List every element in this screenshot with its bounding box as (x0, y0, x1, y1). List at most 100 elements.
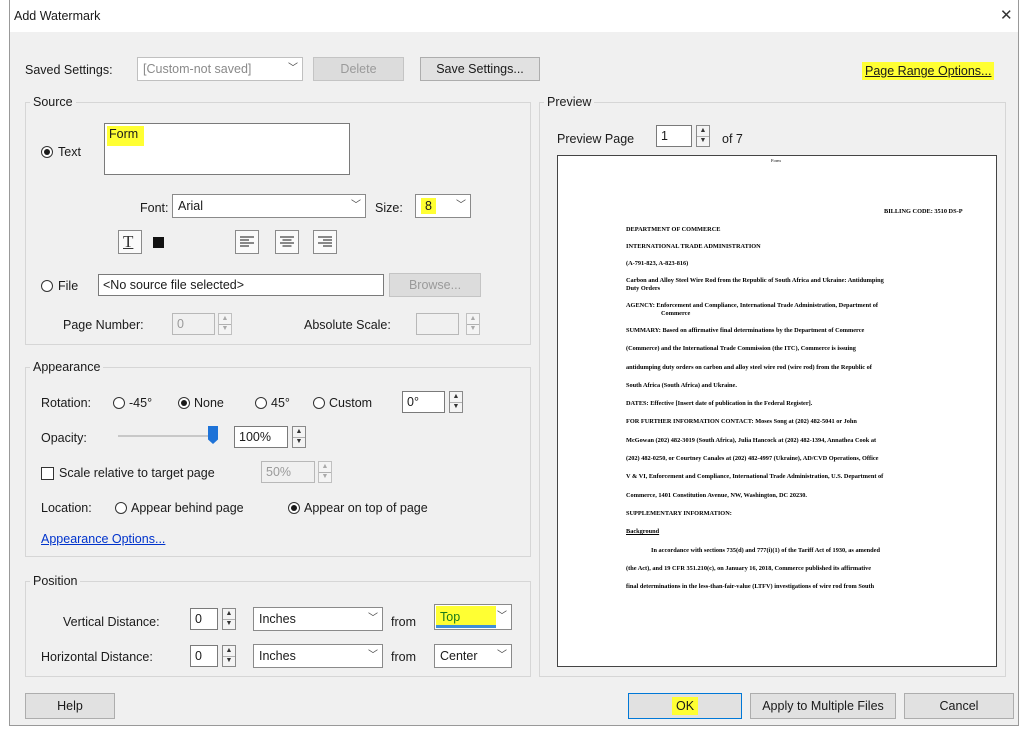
chevron-down-icon: ﹀ (288, 63, 298, 74)
rotation-custom-radio[interactable] (313, 397, 325, 409)
fill-color-icon[interactable] (147, 230, 171, 254)
apply-to-multiple-files-button[interactable]: Apply to Multiple Files (750, 693, 896, 719)
opacity-stepper[interactable]: ▲ ▼ (292, 426, 306, 448)
font-label: Font: (140, 201, 169, 215)
preview-document-line: McGowan (202) 482-3019 (South Africa), J… (626, 437, 877, 444)
vertical-distance-stepper[interactable]: ▲ ▼ (222, 608, 236, 630)
opacity-input[interactable]: 100% (234, 426, 288, 448)
page-range-options-link[interactable]: Page Range Options... (862, 62, 995, 80)
horizontal-distance-input[interactable]: 0 (190, 645, 218, 667)
preview-page-value: 1 (661, 129, 668, 143)
close-icon[interactable]: ✕ (1000, 6, 1013, 24)
saved-settings-select[interactable]: [Custom-not saved] ﹀ (137, 57, 303, 81)
rotation-45-radio[interactable] (255, 397, 267, 409)
align-right-icon[interactable] (313, 230, 337, 254)
preview-document-line: FOR FURTHER INFORMATION CONTACT: Moses S… (626, 418, 857, 425)
preview-document-line: Carbon and Alloy Steel Wire Rod from the… (626, 277, 884, 284)
preview-document-line: final determinations in the less-than-fa… (626, 583, 875, 590)
delete-button[interactable]: Delete (313, 57, 404, 81)
dialog-title: Add Watermark (14, 9, 101, 23)
preview-document-line: In accordance with sections 735(d) and 7… (651, 547, 880, 554)
preview-document-line: SUPPLEMENTARY INFORMATION: (626, 510, 732, 517)
align-left-icon[interactable] (235, 230, 259, 254)
preview-document-line: (202) 482-0250, or Courtney Canales at (… (626, 455, 879, 462)
position-group-label: Position (30, 574, 81, 588)
horizontal-units-value: Inches (259, 649, 296, 663)
file-radio[interactable] (41, 280, 53, 292)
rotation-label: Rotation: (41, 396, 92, 410)
preview-document-line: (Commerce) and the International Trade C… (626, 345, 856, 352)
help-button[interactable]: Help (25, 693, 115, 719)
font-select[interactable]: Arial ﹀ (172, 194, 366, 218)
text-color-icon[interactable]: T (118, 230, 142, 254)
preview-page-stepper[interactable]: ▲ ▼ (696, 125, 710, 147)
scale-relative-checkbox[interactable] (41, 467, 54, 480)
save-settings-button[interactable]: Save Settings... (420, 57, 540, 81)
vertical-from-label: from (391, 615, 416, 629)
browse-button[interactable]: Browse... (389, 273, 481, 297)
preview-watermark-text: Form (771, 158, 781, 163)
appear-behind-label: Appear behind page (131, 501, 244, 515)
page-number-label: Page Number: (63, 318, 144, 332)
preview-document-line: AGENCY: Enforcement and Compliance, Inte… (626, 302, 878, 309)
size-select[interactable]: 8 ﹀ (415, 194, 471, 218)
rotation-value-input[interactable]: 0° (402, 391, 445, 413)
opacity-label: Opacity: (41, 431, 87, 445)
vertical-units-value: Inches (259, 612, 296, 626)
appear-on-top-label: Appear on top of page (304, 501, 428, 515)
preview-page-count: of 7 (722, 132, 743, 146)
font-value: Arial (178, 199, 204, 213)
chevron-down-icon: ﹀ (497, 650, 507, 661)
rotation-none-radio[interactable] (178, 397, 190, 409)
text-radio[interactable] (41, 146, 53, 158)
watermark-text-value: Form (107, 126, 145, 146)
preview-group-label: Preview (544, 95, 595, 109)
horizontal-from-select[interactable]: Center ﹀ (434, 644, 512, 668)
chevron-down-icon: ﹀ (456, 200, 466, 211)
preview-page-label: Preview Page (557, 132, 635, 146)
vertical-from-select[interactable]: Top ﹀ (434, 604, 512, 630)
preview-document-line: (the Act), and 19 CFR 351.210(c), on Jan… (626, 565, 872, 572)
scale-value-input[interactable]: 50% (261, 461, 315, 483)
vertical-distance-value: 0 (195, 612, 202, 626)
scale-value: 50% (266, 465, 292, 479)
rotation-neg45-radio[interactable] (113, 397, 125, 409)
cancel-button[interactable]: Cancel (904, 693, 1014, 719)
size-label: Size: (375, 201, 403, 215)
appearance-options-link[interactable]: Appearance Options... (41, 532, 165, 546)
watermark-text-input[interactable]: Form (104, 123, 350, 175)
vertical-units-select[interactable]: Inches ﹀ (253, 607, 383, 631)
horizontal-distance-stepper[interactable]: ▲ ▼ (222, 645, 236, 667)
horizontal-from-value: Center (440, 649, 478, 663)
file-path-value: <No source file selected> (103, 278, 245, 292)
title-bar: Add Watermark ✕ (10, 0, 1018, 32)
rotation-stepper[interactable]: ▲ ▼ (449, 391, 463, 413)
preview-document-line: DATES: Effective [Insert date of publica… (626, 400, 813, 407)
horizontal-units-select[interactable]: Inches ﹀ (253, 644, 383, 668)
ok-button[interactable]: OK (628, 693, 742, 719)
preview-page-input[interactable]: 1 (656, 125, 692, 147)
file-radio-label: File (58, 279, 79, 293)
chevron-down-icon: ﹀ (497, 611, 507, 622)
opacity-value: 100% (239, 430, 271, 444)
page-number-value: 0 (177, 317, 184, 331)
page-number-input[interactable]: 0 (172, 313, 215, 335)
preview-document-line: SUMMARY: Based on affirmative final dete… (626, 327, 865, 334)
absolute-scale-input[interactable] (416, 313, 459, 335)
vertical-distance-label: Vertical Distance: (63, 615, 160, 629)
source-group-label: Source (30, 95, 76, 109)
add-watermark-dialog: Add Watermark ✕ Saved Settings: [Custom-… (9, 0, 1019, 726)
scale-relative-label: Scale relative to target page (59, 466, 215, 480)
align-center-icon[interactable] (275, 230, 299, 254)
file-path-input[interactable]: <No source file selected> (98, 274, 384, 296)
scale-stepper[interactable]: ▲ ▼ (318, 461, 332, 483)
appear-on-top-radio[interactable] (288, 502, 300, 514)
vertical-distance-input[interactable]: 0 (190, 608, 218, 630)
horizontal-distance-value: 0 (195, 649, 202, 663)
absolute-scale-stepper[interactable]: ▲ ▼ (466, 313, 480, 335)
text-radio-label: Text (58, 145, 81, 159)
appear-behind-radio[interactable] (115, 502, 127, 514)
page-number-stepper[interactable]: ▲ ▼ (218, 313, 232, 335)
saved-settings-value: [Custom-not saved] (143, 62, 252, 76)
opacity-slider-track[interactable] (118, 435, 218, 437)
